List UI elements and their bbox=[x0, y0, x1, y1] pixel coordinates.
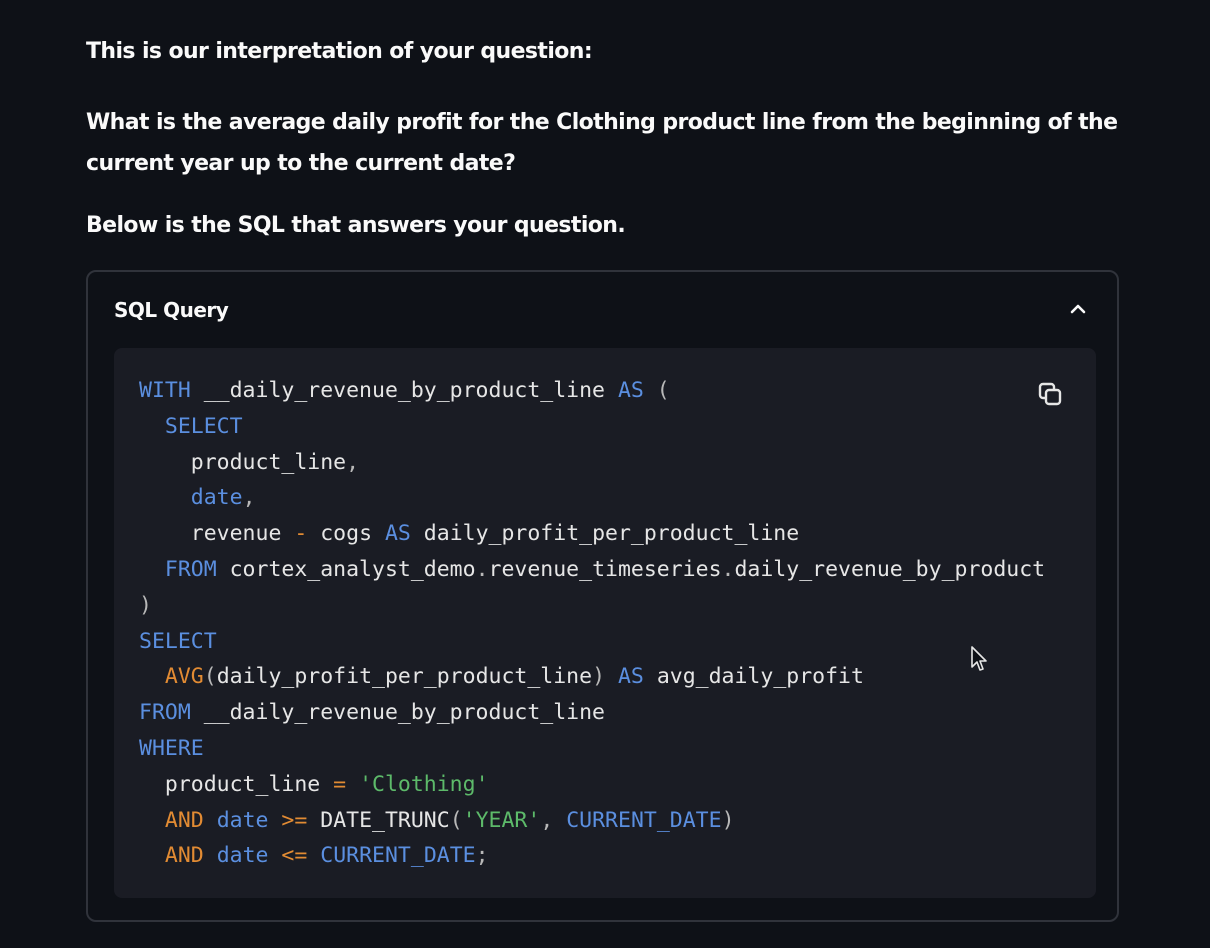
code-token: . bbox=[475, 556, 489, 582]
code-token: - bbox=[294, 521, 308, 547]
code-token: cortex_analyst_demo bbox=[216, 556, 476, 582]
code-line: revenue - cogs AS daily_profit_per_produ… bbox=[139, 516, 1045, 552]
sql-query-expander: SQL Query WITH __daily_revenue_by_produc… bbox=[86, 270, 1119, 922]
code-line: AND date >= DATE_TRUNC('YEAR', CURRENT_D… bbox=[139, 803, 1045, 839]
code-line: SELECT bbox=[139, 624, 1045, 660]
code-token: revenue bbox=[139, 521, 295, 547]
expander-title: SQL Query bbox=[114, 298, 229, 322]
code-token: AND bbox=[164, 843, 204, 869]
code-token: CURRENT_DATE bbox=[320, 843, 476, 869]
code-token: ) bbox=[139, 592, 152, 618]
copy-icon[interactable] bbox=[1036, 380, 1066, 410]
code-token: ) bbox=[592, 664, 606, 690]
code-token: FROM bbox=[164, 556, 217, 582]
code-token: WITH bbox=[139, 378, 191, 403]
code-line: SELECT bbox=[139, 409, 1045, 445]
code-token: __daily_revenue_by_product_line bbox=[190, 378, 618, 403]
mouse-cursor-icon bbox=[971, 646, 987, 671]
code-token: __daily_revenue_by_product_line bbox=[190, 700, 605, 726]
sql-intro: Below is the SQL that answers your quest… bbox=[86, 213, 626, 238]
code-token: , bbox=[242, 485, 256, 511]
code-token: product_line bbox=[139, 449, 347, 475]
code-token: , bbox=[346, 449, 360, 475]
code-token: product_line bbox=[139, 771, 334, 797]
code-line: AVG(daily_profit_per_product_line) AS av… bbox=[139, 659, 1045, 695]
code-token: ( bbox=[643, 378, 670, 403]
code-token: SELECT bbox=[164, 413, 243, 439]
code-token: ( bbox=[449, 807, 463, 833]
code-token: daily_profit_per_product_line bbox=[410, 521, 800, 547]
code-token: date bbox=[216, 807, 269, 833]
code-line: product_line = 'Clothing' bbox=[139, 767, 1045, 803]
code-token: date bbox=[216, 843, 269, 869]
code-line: WHERE bbox=[139, 731, 1045, 767]
code-token: AS bbox=[617, 378, 644, 403]
code-token: ; bbox=[475, 843, 489, 869]
code-token: FROM bbox=[139, 700, 191, 726]
code-token: ( bbox=[203, 664, 217, 690]
code-token: SELECT bbox=[139, 628, 217, 654]
code-line: AND date <= CURRENT_DATE; bbox=[139, 838, 1045, 874]
code-token: <= bbox=[281, 843, 308, 869]
code-token: date bbox=[190, 485, 243, 511]
code-line: FROM cortex_analyst_demo.revenue_timeser… bbox=[139, 552, 1045, 588]
code-token: daily_profit_per_product_line bbox=[216, 664, 593, 690]
code-token: 'YEAR' bbox=[462, 807, 541, 833]
code-line: date, bbox=[139, 480, 1045, 516]
code-line: WITH __daily_revenue_by_product_line AS … bbox=[139, 373, 1045, 409]
code-token: AVG bbox=[164, 664, 204, 690]
chevron-up-icon[interactable] bbox=[1069, 300, 1087, 318]
code-token: avg_daily_profit bbox=[643, 664, 864, 690]
code-token: cogs bbox=[307, 521, 385, 547]
code-token: . bbox=[721, 556, 735, 582]
code-line: product_line, bbox=[139, 445, 1045, 481]
expander-header[interactable]: SQL Query bbox=[88, 272, 1117, 348]
code-token: = bbox=[333, 771, 347, 797]
code-token: CURRENT_DATE bbox=[566, 807, 722, 833]
code-token: AS bbox=[617, 664, 644, 690]
code-token: 'Clothing' bbox=[359, 771, 489, 797]
code-token: >= bbox=[281, 807, 308, 833]
code-token: daily_revenue_by_product bbox=[734, 556, 1046, 582]
code-line: FROM __daily_revenue_by_product_line bbox=[139, 695, 1045, 731]
code-token: , bbox=[540, 807, 567, 833]
sql-code: WITH __daily_revenue_by_product_line AS … bbox=[139, 373, 1045, 874]
interpretation-intro: This is our interpretation of your quest… bbox=[86, 39, 593, 64]
code-token: AND bbox=[164, 807, 204, 833]
code-block: WITH __daily_revenue_by_product_line AS … bbox=[114, 348, 1096, 898]
code-token: WHERE bbox=[139, 735, 204, 761]
code-token: revenue_timeseries bbox=[488, 556, 722, 582]
interpreted-question: What is the average daily profit for the… bbox=[86, 110, 1118, 176]
code-line: ) bbox=[139, 588, 1045, 624]
code-token: ) bbox=[721, 807, 735, 833]
code-token: DATE_TRUNC bbox=[307, 807, 450, 833]
code-token: AS bbox=[384, 521, 411, 547]
